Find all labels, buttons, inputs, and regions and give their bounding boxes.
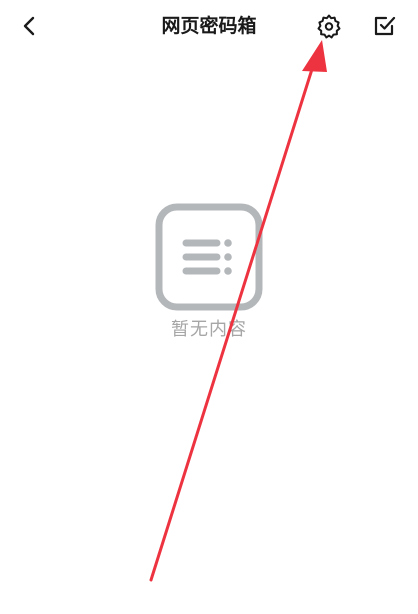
back-button[interactable] [14, 10, 46, 42]
top-bar: 网页密码箱 [0, 0, 418, 52]
edit-select-button[interactable] [369, 10, 401, 42]
chevron-left-icon [23, 16, 35, 36]
empty-state-text: 暂无内容 [171, 319, 247, 340]
settings-button[interactable] [313, 10, 345, 42]
gear-icon [317, 14, 341, 39]
checkbox-edit-icon [374, 16, 396, 36]
list-icon [155, 203, 263, 311]
page-title: 网页密码箱 [161, 15, 257, 37]
empty-state: 暂无内容 [0, 203, 418, 341]
